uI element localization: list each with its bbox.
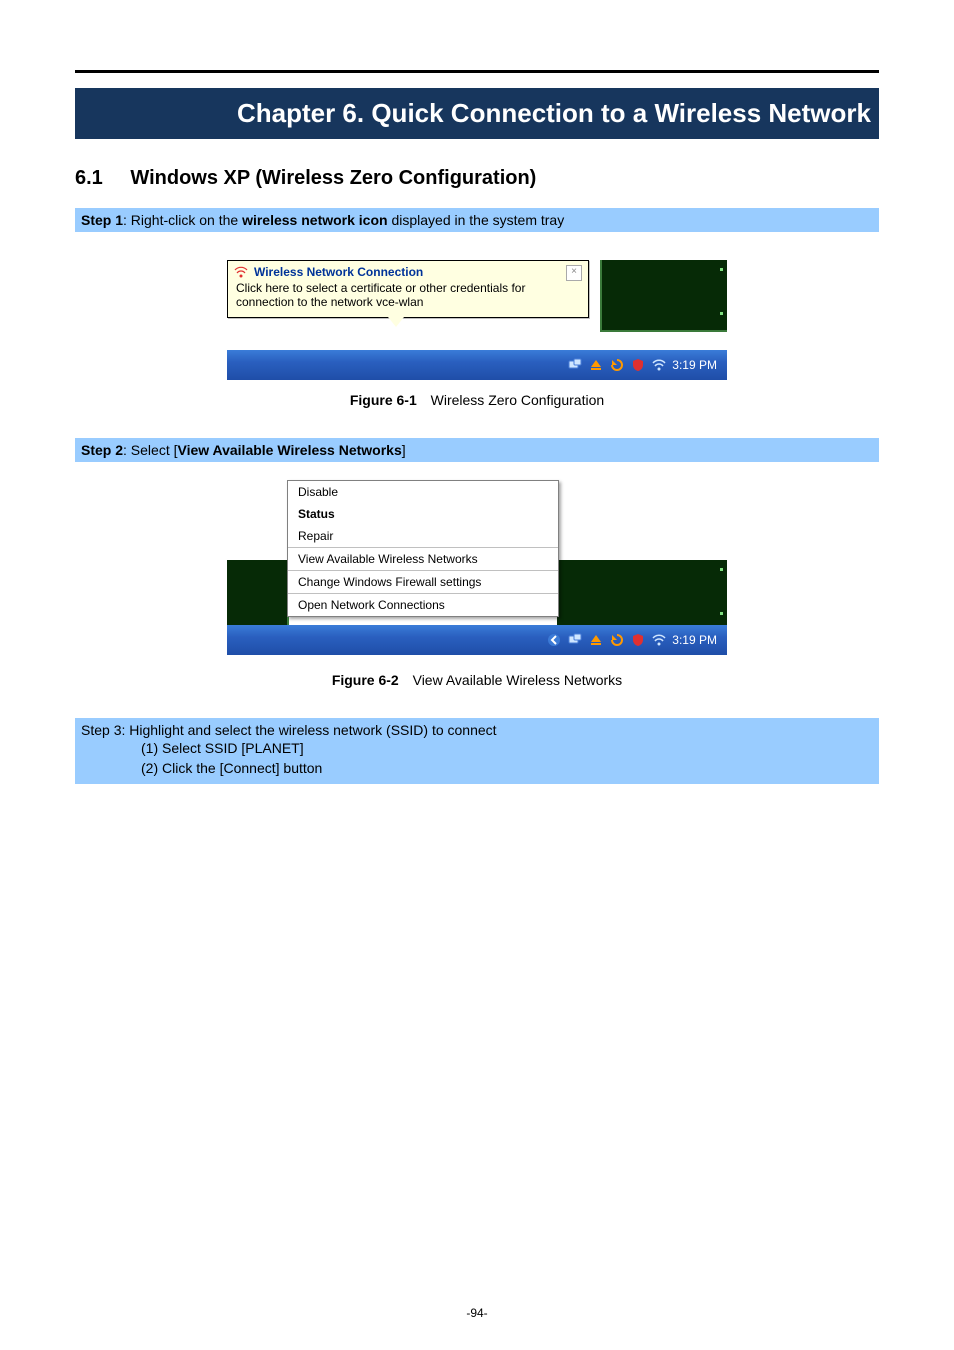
page: Chapter 6. Quick Connection to a Wireles… — [0, 0, 954, 1350]
step3-prefix: Step 3 — [81, 722, 121, 738]
context-menu-repair[interactable]: Repair — [288, 525, 558, 547]
desktop-background-left — [227, 560, 289, 625]
step1-t2: displayed in the system tray — [388, 212, 565, 228]
fig1-cap-bold: Figure 6-1 — [350, 392, 417, 408]
step2-bar: Step 2: Select [View Available Wireless … — [75, 438, 879, 462]
context-menu-group-2: View Available Wireless Networks — [288, 548, 558, 571]
fig2-cap-text: View Available Wireless Networks — [413, 672, 623, 688]
context-menu-disable[interactable]: Disable — [288, 481, 558, 503]
step2-prefix: Step 2 — [81, 442, 123, 458]
tray-shield-icon[interactable] — [630, 633, 645, 648]
section-title: Windows XP (Wireless Zero Configuration) — [130, 167, 536, 189]
wireless-balloon[interactable]: × Wireless Network Connection Click here… — [227, 260, 589, 318]
step3-line: Step 3: Highlight and select the wireles… — [81, 722, 873, 738]
top-rule — [75, 70, 879, 73]
context-menu: Disable Status Repair View Available Wir… — [287, 480, 559, 617]
tray-chevron-left-icon[interactable] — [546, 633, 561, 648]
chapter-title-bar: Chapter 6. Quick Connection to a Wireles… — [75, 88, 879, 139]
tray-wifi-icon[interactable] — [651, 633, 666, 648]
step2-t2: ] — [402, 442, 406, 458]
balloon-tail — [388, 317, 404, 327]
step2-bold: View Available Wireless Networks — [177, 442, 401, 458]
step3-text: : Highlight and select the wireless netw… — [121, 722, 496, 738]
tray-eject-icon[interactable] — [588, 358, 603, 373]
tray-monitor-icon[interactable] — [567, 358, 582, 373]
tray-eject-icon[interactable] — [588, 633, 603, 648]
figure-6-1: × Wireless Network Connection Click here… — [227, 260, 727, 380]
tray-wifi-icon[interactable] — [651, 358, 666, 373]
tray-refresh-icon[interactable] — [609, 358, 624, 373]
section-number: 6.1 — [75, 167, 103, 190]
tray-refresh-icon[interactable] — [609, 633, 624, 648]
tray-time: 3:19 PM — [672, 633, 717, 647]
balloon-body: Click here to select a certificate or ot… — [228, 281, 588, 317]
step1-bar: Step 1: Right-click on the wireless netw… — [75, 208, 879, 232]
step1-prefix: Step 1 — [81, 212, 123, 228]
desktop-background-right — [557, 560, 727, 625]
step3-sub2-post: ] button — [276, 760, 323, 776]
step3-sub2: (2) Click the [Connect] button — [81, 758, 873, 778]
taskbar: 3:19 PM — [227, 350, 727, 380]
context-menu-group-1: Disable Status Repair — [288, 481, 558, 548]
figure-6-2: Disable Status Repair View Available Wir… — [227, 480, 727, 660]
taskbar: 3:19 PM — [227, 625, 727, 655]
fig1-wrap: × Wireless Network Connection Click here… — [227, 260, 727, 380]
desktop-background — [600, 260, 727, 332]
context-menu-status[interactable]: Status — [288, 503, 558, 525]
step3-sub2-bold: Connect — [223, 760, 275, 776]
close-icon[interactable]: × — [566, 265, 582, 281]
context-menu-group-3: Change Windows Firewall settings — [288, 571, 558, 594]
context-menu-view-available[interactable]: View Available Wireless Networks — [288, 548, 558, 570]
figure-6-2-caption: Figure 6-2 View Available Wireless Netwo… — [75, 672, 879, 688]
fig2-cap-bold: Figure 6-2 — [332, 672, 399, 688]
context-menu-group-4: Open Network Connections — [288, 594, 558, 616]
step3-sub1: (1) Select SSID [PLANET] — [81, 738, 873, 758]
balloon-title: Wireless Network Connection — [254, 265, 423, 279]
tray-shield-icon[interactable] — [630, 358, 645, 373]
step3-sub2-pre: (2) Click the [ — [141, 760, 223, 776]
wireless-icon — [234, 265, 248, 279]
step3-block: Step 3: Highlight and select the wireles… — [75, 718, 879, 784]
fig1-cap-text: Wireless Zero Configuration — [431, 392, 605, 408]
balloon-header: Wireless Network Connection — [228, 261, 588, 281]
step1-bold: wireless network icon — [242, 212, 388, 228]
context-menu-open-connections[interactable]: Open Network Connections — [288, 594, 558, 616]
page-number: -94- — [0, 1306, 954, 1320]
tray-time: 3:19 PM — [672, 358, 717, 372]
figure-6-1-caption: Figure 6-1 Wireless Zero Configuration — [75, 392, 879, 408]
context-menu-firewall[interactable]: Change Windows Firewall settings — [288, 571, 558, 593]
section-heading: 6.1 Windows XP (Wireless Zero Configurat… — [75, 167, 879, 190]
step1-t1: : Right-click on the — [123, 212, 242, 228]
tray-monitor-icon[interactable] — [567, 633, 582, 648]
step2-t1: : Select [ — [123, 442, 177, 458]
chapter-title: Chapter 6. Quick Connection to a Wireles… — [237, 98, 879, 128]
